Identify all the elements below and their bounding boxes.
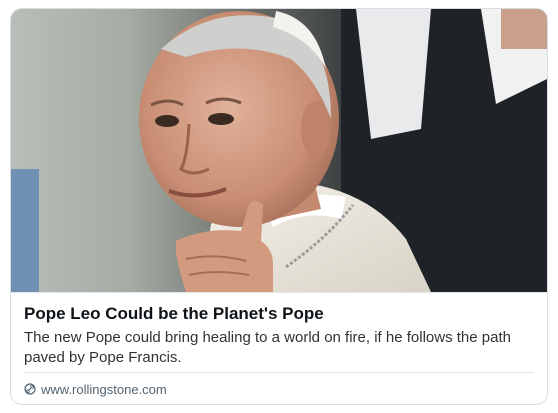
article-description: The new Pope could bring healing to a wo… xyxy=(24,329,511,366)
link-icon xyxy=(24,383,36,395)
thumbnail-divider xyxy=(11,292,547,293)
link-preview-card[interactable]: Pope Leo Could be the Planet's Pope The … xyxy=(10,8,548,405)
source-domain: www.rollingstone.com xyxy=(41,381,167,397)
article-thumbnail[interactable] xyxy=(11,9,547,292)
source-divider xyxy=(24,372,534,373)
source-link[interactable]: www.rollingstone.com xyxy=(24,380,167,398)
article-title[interactable]: Pope Leo Could be the Planet's Pope xyxy=(24,304,534,324)
